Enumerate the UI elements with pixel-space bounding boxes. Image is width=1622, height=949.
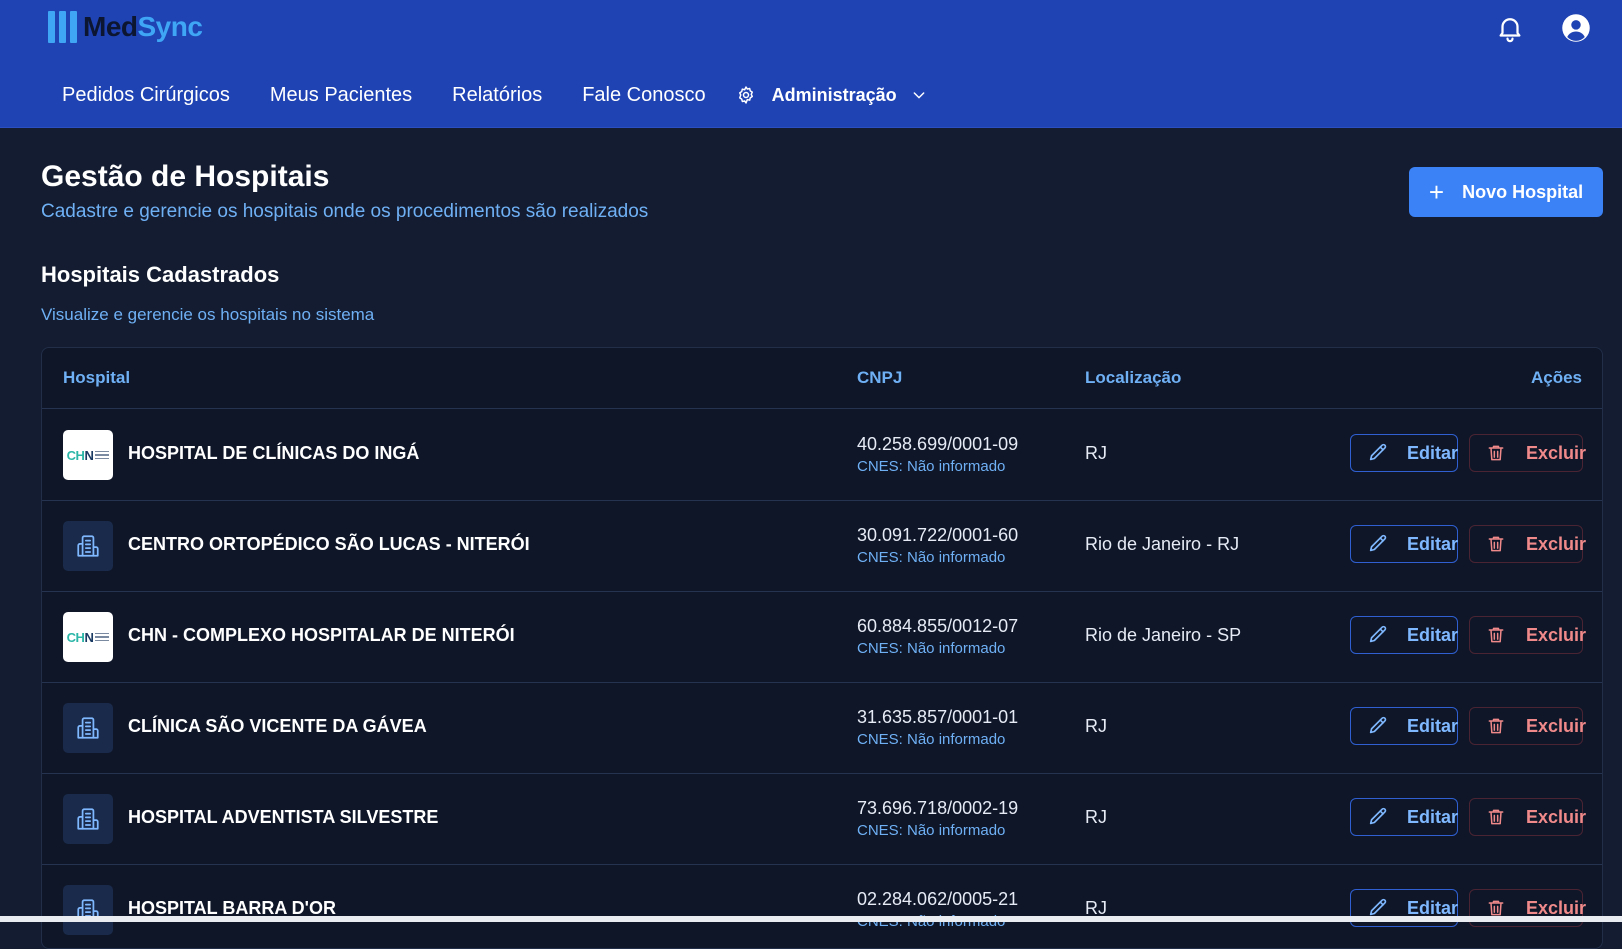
edit-button[interactable]: Editar	[1350, 434, 1458, 472]
delete-button[interactable]: Excluir	[1469, 798, 1587, 836]
edit-button[interactable]: Editar	[1350, 616, 1458, 654]
delete-label: Excluir	[1526, 806, 1587, 827]
nav-meus-pacientes[interactable]: Meus Pacientes	[270, 84, 412, 107]
pencil-icon	[1351, 715, 1407, 737]
pencil-icon	[1351, 442, 1407, 464]
building-icon	[63, 794, 113, 844]
delete-button[interactable]: Excluir	[1469, 707, 1587, 745]
hospital-location: RJ	[1085, 807, 1107, 827]
hospital-location: RJ	[1085, 716, 1107, 736]
trash-icon	[1470, 533, 1526, 555]
page-title: Gestão de Hospitais	[41, 160, 330, 193]
hospital-name: CLÍNICA SÃO VICENTE DA GÁVEA	[128, 716, 427, 736]
column-header-hospital: Hospital	[63, 368, 131, 387]
column-header-acoes: Ações	[1530, 368, 1582, 387]
hospital-cnpj: 30.091.722/0001-60	[857, 525, 1019, 545]
trash-icon	[1470, 715, 1526, 737]
building-icon	[63, 703, 113, 753]
table-row: CLÍNICA SÃO VICENTE DA GÁVEA 31.635.857/0…	[42, 682, 1602, 774]
hospital-cnpj: 31.635.857/0001-01	[857, 707, 1019, 727]
hospital-location: Rio de Janeiro - RJ	[1085, 534, 1240, 554]
delete-label: Excluir	[1526, 624, 1587, 645]
edit-button[interactable]: Editar	[1350, 798, 1458, 836]
building-icon	[63, 521, 113, 571]
logo-text-med: Med	[83, 11, 138, 42]
nav-pedidos-cirurgicos[interactable]: Pedidos Cirúrgicos	[62, 84, 230, 107]
user-icon[interactable]	[1561, 13, 1591, 43]
hospital-logo: CH N	[63, 612, 113, 662]
delete-button[interactable]: Excluir	[1469, 525, 1587, 563]
pencil-icon	[1351, 806, 1407, 828]
hospitals-table: Hospital CNPJ Localização Ações CH N HOSPI…	[41, 347, 1603, 949]
trash-icon	[1470, 442, 1526, 464]
hospital-cnes: CNES: Não informado	[857, 640, 1006, 657]
edit-label: Editar	[1407, 442, 1459, 463]
chevron-down-icon	[911, 87, 927, 103]
bottom-edge	[0, 916, 1622, 922]
new-hospital-label: Novo Hospital	[1462, 181, 1584, 202]
edit-label: Editar	[1407, 715, 1459, 736]
hospital-cnpj: 02.284.062/0005-21	[857, 889, 1019, 909]
section-subtitle: Visualize e gerencie os hospitais no sis…	[41, 305, 375, 324]
edit-label: Editar	[1407, 806, 1459, 827]
hospital-name: HOSPITAL DE CLÍNICAS DO INGÁ	[128, 443, 420, 463]
delete-label: Excluir	[1526, 533, 1587, 554]
table-header: Hospital CNPJ Localização Ações	[42, 348, 1602, 409]
hospital-cnpj: 73.696.718/0002-19	[857, 798, 1019, 818]
hospital-location: Rio de Janeiro - SP	[1085, 625, 1242, 645]
table-row: HOSPITAL ADVENTISTA SILVESTRE 73.696.718/…	[42, 773, 1602, 865]
table-row: CH N HOSPITAL DE CLÍNICAS DO INGÁ 40.258.69…	[42, 409, 1602, 501]
edit-button[interactable]: Editar	[1350, 707, 1458, 745]
hospital-name: CHN - COMPLEXO HOSPITALAR DE NITERÓI	[128, 625, 515, 645]
hospital-cnes: CNES: Não informado	[857, 549, 1006, 566]
column-header-cnpj: CNPJ	[857, 368, 903, 387]
hospital-name: CENTRO ORTOPÉDICO SÃO LUCAS - NITERÓI	[128, 534, 530, 554]
trash-icon	[1470, 624, 1526, 646]
building-icon	[63, 885, 113, 935]
hospital-cnpj: 60.884.855/0012-07	[857, 616, 1019, 636]
nav-relatorios[interactable]: Relatórios	[452, 84, 542, 107]
main-nav: Pedidos Cirúrgicos Meus Pacientes Relató…	[62, 80, 927, 110]
table-row: HOSPITAL BARRA D'OR02.284.062/0005-21CNE…	[42, 864, 1602, 948]
edit-label: Editar	[1407, 533, 1459, 554]
hospital-logo: CH N	[63, 430, 113, 480]
plus-icon: +	[1428, 177, 1445, 207]
logo-bars-icon	[48, 11, 77, 43]
hospital-location: RJ	[1085, 443, 1107, 463]
edit-label: Editar	[1407, 624, 1459, 645]
medsync-logo[interactable]: MedSync	[48, 11, 203, 43]
delete-button[interactable]: Excluir	[1469, 434, 1587, 472]
hospital-cnes: CNES: Não informado	[857, 822, 1006, 839]
pencil-icon	[1351, 533, 1407, 555]
nav-administracao-label: Administração	[771, 84, 897, 105]
top-navbar: MedSync Pedidos Cirúrgicos Meus Paciente…	[0, 0, 1622, 128]
page-subtitle: Cadastre e gerencie os hospitais onde os…	[41, 201, 649, 222]
hospital-cnpj: 40.258.699/0001-09	[857, 434, 1019, 454]
logo-text-sync: Sync	[137, 11, 203, 42]
hospital-name: HOSPITAL ADVENTISTA SILVESTRE	[128, 807, 439, 827]
trash-icon	[1470, 806, 1526, 828]
table-row: CH N CHN - COMPLEXO HOSPITALAR DE NITERÓI 6…	[42, 591, 1602, 683]
table-row: CENTRO ORTOPÉDICO SÃO LUCAS - NITERÓI 30.…	[42, 500, 1602, 592]
delete-label: Excluir	[1526, 715, 1587, 736]
bell-icon[interactable]	[1495, 13, 1525, 43]
pencil-icon	[1351, 624, 1407, 646]
hospital-cnes: CNES: Não informado	[857, 458, 1006, 475]
delete-button[interactable]: Excluir	[1469, 616, 1587, 654]
delete-label: Excluir	[1526, 442, 1587, 463]
edit-button[interactable]: Editar	[1350, 525, 1458, 563]
column-header-localizacao: Localização	[1085, 368, 1182, 387]
new-hospital-button[interactable]: + Novo Hospital	[1409, 167, 1603, 217]
nav-administracao-dropdown[interactable]: Administração	[736, 85, 927, 106]
hospital-cnes: CNES: Não informado	[857, 731, 1006, 748]
section-title: Hospitais Cadastrados	[41, 262, 280, 287]
nav-fale-conosco[interactable]: Fale Conosco	[582, 84, 705, 107]
gear-icon	[736, 85, 756, 105]
